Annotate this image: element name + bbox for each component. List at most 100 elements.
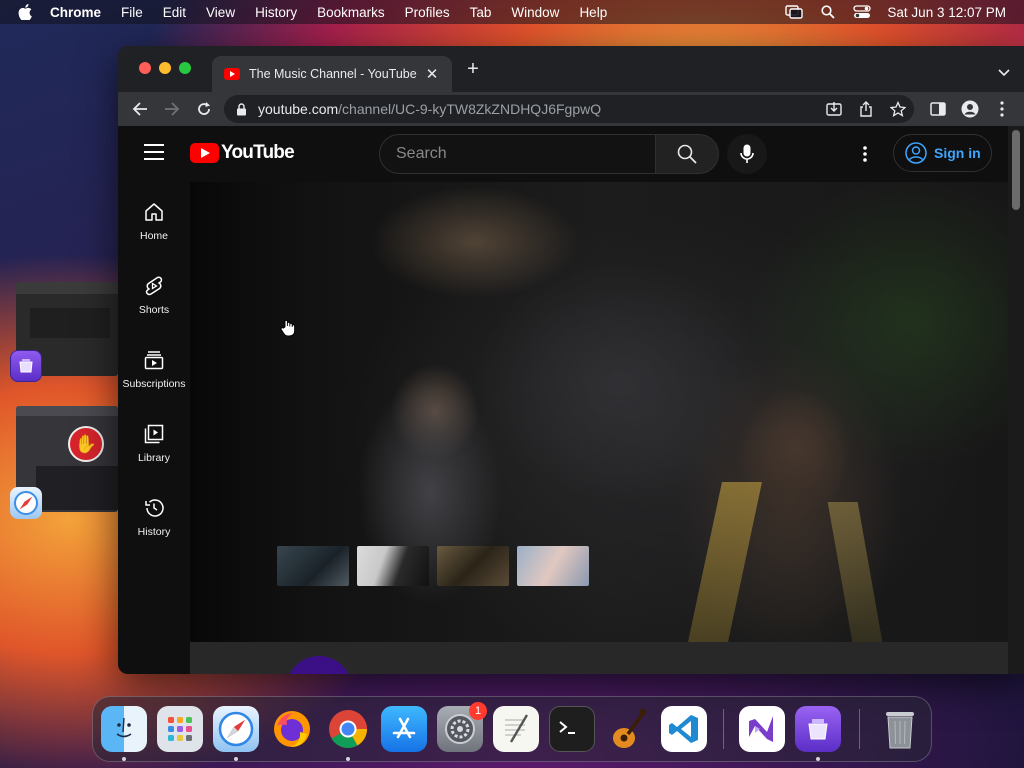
video-thumbnail[interactable] — [517, 546, 589, 586]
youtube-header: YouTube Search Sign in — [118, 126, 1008, 182]
dock-visual-studio-code-icon[interactable] — [661, 706, 707, 752]
dock-safari-icon[interactable] — [213, 706, 259, 752]
hand-cursor-icon — [280, 319, 296, 337]
menu-tab[interactable]: Tab — [470, 5, 492, 20]
chrome-menu-icon[interactable] — [992, 99, 1012, 119]
search-input[interactable]: Search — [379, 134, 657, 174]
sign-in-label: Sign in — [934, 145, 981, 161]
channel-avatar[interactable] — [286, 656, 352, 674]
youtube-page: YouTube Search Sign in Home Shorts Subsc… — [118, 126, 1024, 674]
window-close-button[interactable] — [139, 62, 151, 74]
thumbnail-content — [36, 466, 118, 510]
microphone-icon — [740, 144, 754, 163]
window-zoom-button[interactable] — [179, 62, 191, 74]
notification-badge: 1 — [469, 702, 487, 720]
sign-in-button[interactable]: Sign in — [893, 134, 992, 172]
install-app-icon[interactable] — [824, 99, 844, 119]
menu-bar: Chrome File Edit View History Bookmarks … — [0, 0, 1024, 24]
page-scrollbar[interactable] — [1008, 126, 1024, 674]
thumbnail-titlebar — [16, 282, 118, 294]
dock: 1 — [92, 696, 932, 762]
sidebar-item-subscriptions[interactable]: Subscriptions — [118, 338, 190, 404]
search-button[interactable] — [655, 134, 719, 174]
url-path: /channel/UC-9-kyTW8ZkZNDHQJ6FgpwQ — [338, 101, 602, 117]
dock-running-indicator — [346, 757, 350, 761]
bookmark-star-icon[interactable] — [888, 99, 908, 119]
browser-toolbar: youtube.com /channel/UC-9-kyTW8ZkZNDHQJ6… — [118, 92, 1024, 126]
reload-button[interactable] — [194, 99, 214, 119]
sidebar-item-label: Shorts — [138, 304, 170, 316]
dock-textedit-icon[interactable] — [493, 706, 539, 752]
youtube-play-logo-icon — [190, 143, 219, 163]
settings-more-button[interactable] — [853, 142, 877, 166]
menu-window[interactable]: Window — [511, 5, 559, 20]
stop-hand-icon: ✋ — [68, 426, 104, 462]
profile-avatar-icon[interactable] — [960, 99, 980, 119]
channel-banner-video[interactable] — [190, 182, 1008, 642]
sidebar-item-shorts[interactable]: Shorts — [118, 264, 190, 330]
menu-bookmarks[interactable]: Bookmarks — [317, 5, 385, 20]
forward-button[interactable] — [162, 99, 182, 119]
thumbnail-titlebar — [16, 406, 118, 416]
dock-visual-studio-icon[interactable] — [739, 706, 785, 752]
scrollbar-thumb[interactable] — [1012, 130, 1020, 210]
tab-close-button[interactable]: ✕ — [424, 65, 440, 83]
channel-header-strip — [190, 642, 1008, 674]
sidebar-item-label: Subscriptions — [122, 378, 186, 390]
apple-menu-icon[interactable] — [18, 4, 36, 20]
voice-search-button[interactable] — [727, 134, 767, 174]
tab-youtube[interactable]: The Music Channel - YouTube ✕ — [212, 56, 452, 92]
dock-separator — [723, 709, 724, 749]
sidebar-item-label: Library — [137, 452, 171, 464]
menu-app-name[interactable]: Chrome — [50, 5, 101, 20]
dock-running-indicator — [122, 757, 126, 761]
search-icon — [677, 144, 697, 164]
menu-view[interactable]: View — [206, 5, 235, 20]
dock-launchpad-icon[interactable] — [157, 706, 203, 752]
search-placeholder: Search — [396, 145, 447, 162]
side-panel-icon[interactable] — [928, 99, 948, 119]
dock-running-indicator — [816, 757, 820, 761]
account-circle-icon — [905, 142, 927, 164]
menu-help[interactable]: Help — [579, 5, 607, 20]
video-thumbnail[interactable] — [357, 546, 429, 586]
thumbnail-content — [30, 308, 110, 338]
library-icon — [144, 424, 164, 444]
menu-edit[interactable]: Edit — [163, 5, 186, 20]
menu-file[interactable]: File — [121, 5, 143, 20]
sidebar-item-library[interactable]: Library — [118, 412, 190, 478]
dock-finder-icon[interactable] — [101, 706, 147, 752]
dock-trash-icon[interactable] — [877, 706, 923, 752]
youtube-logo[interactable]: YouTube — [190, 142, 295, 164]
video-thumbnail[interactable] — [437, 546, 509, 586]
tab-search-chevron-icon[interactable] — [998, 64, 1010, 77]
menu-clock[interactable]: Sat Jun 3 12:07 PM — [887, 5, 1006, 20]
menu-history[interactable]: History — [255, 5, 297, 20]
window-minimize-button[interactable] — [159, 62, 171, 74]
sidebar-item-history[interactable]: History — [118, 486, 190, 552]
dock-garageband-icon[interactable] — [605, 706, 651, 752]
dock-app-store-icon[interactable] — [381, 706, 427, 752]
dock-system-settings-icon[interactable]: 1 — [437, 702, 487, 752]
hamburger-menu-icon[interactable] — [144, 144, 164, 162]
simulator-app-icon[interactable] — [10, 350, 42, 382]
safari-app-icon[interactable] — [10, 487, 42, 519]
spotlight-search-icon[interactable] — [819, 4, 837, 20]
menu-profiles[interactable]: Profiles — [405, 5, 450, 20]
dock-terminal-icon[interactable] — [549, 706, 595, 752]
video-thumbnail[interactable] — [277, 546, 349, 586]
tab-title: The Music Channel - YouTube — [249, 67, 417, 81]
address-bar[interactable]: youtube.com /channel/UC-9-kyTW8ZkZNDHQJ6… — [224, 95, 914, 123]
control-center-icon[interactable] — [853, 4, 872, 20]
dock-firefox-icon[interactable] — [269, 706, 315, 752]
new-tab-button[interactable]: + — [463, 59, 483, 80]
back-button[interactable] — [130, 99, 150, 119]
dock-google-chrome-icon[interactable] — [325, 706, 371, 752]
share-icon[interactable] — [856, 99, 876, 119]
lock-icon[interactable] — [236, 102, 248, 116]
screen-mirroring-icon[interactable] — [785, 4, 804, 20]
sidebar-item-home[interactable]: Home — [118, 190, 190, 256]
subscriptions-icon — [144, 351, 164, 370]
sidebar-item-label: Home — [139, 230, 168, 242]
dock-simulator-icon[interactable] — [795, 706, 841, 752]
